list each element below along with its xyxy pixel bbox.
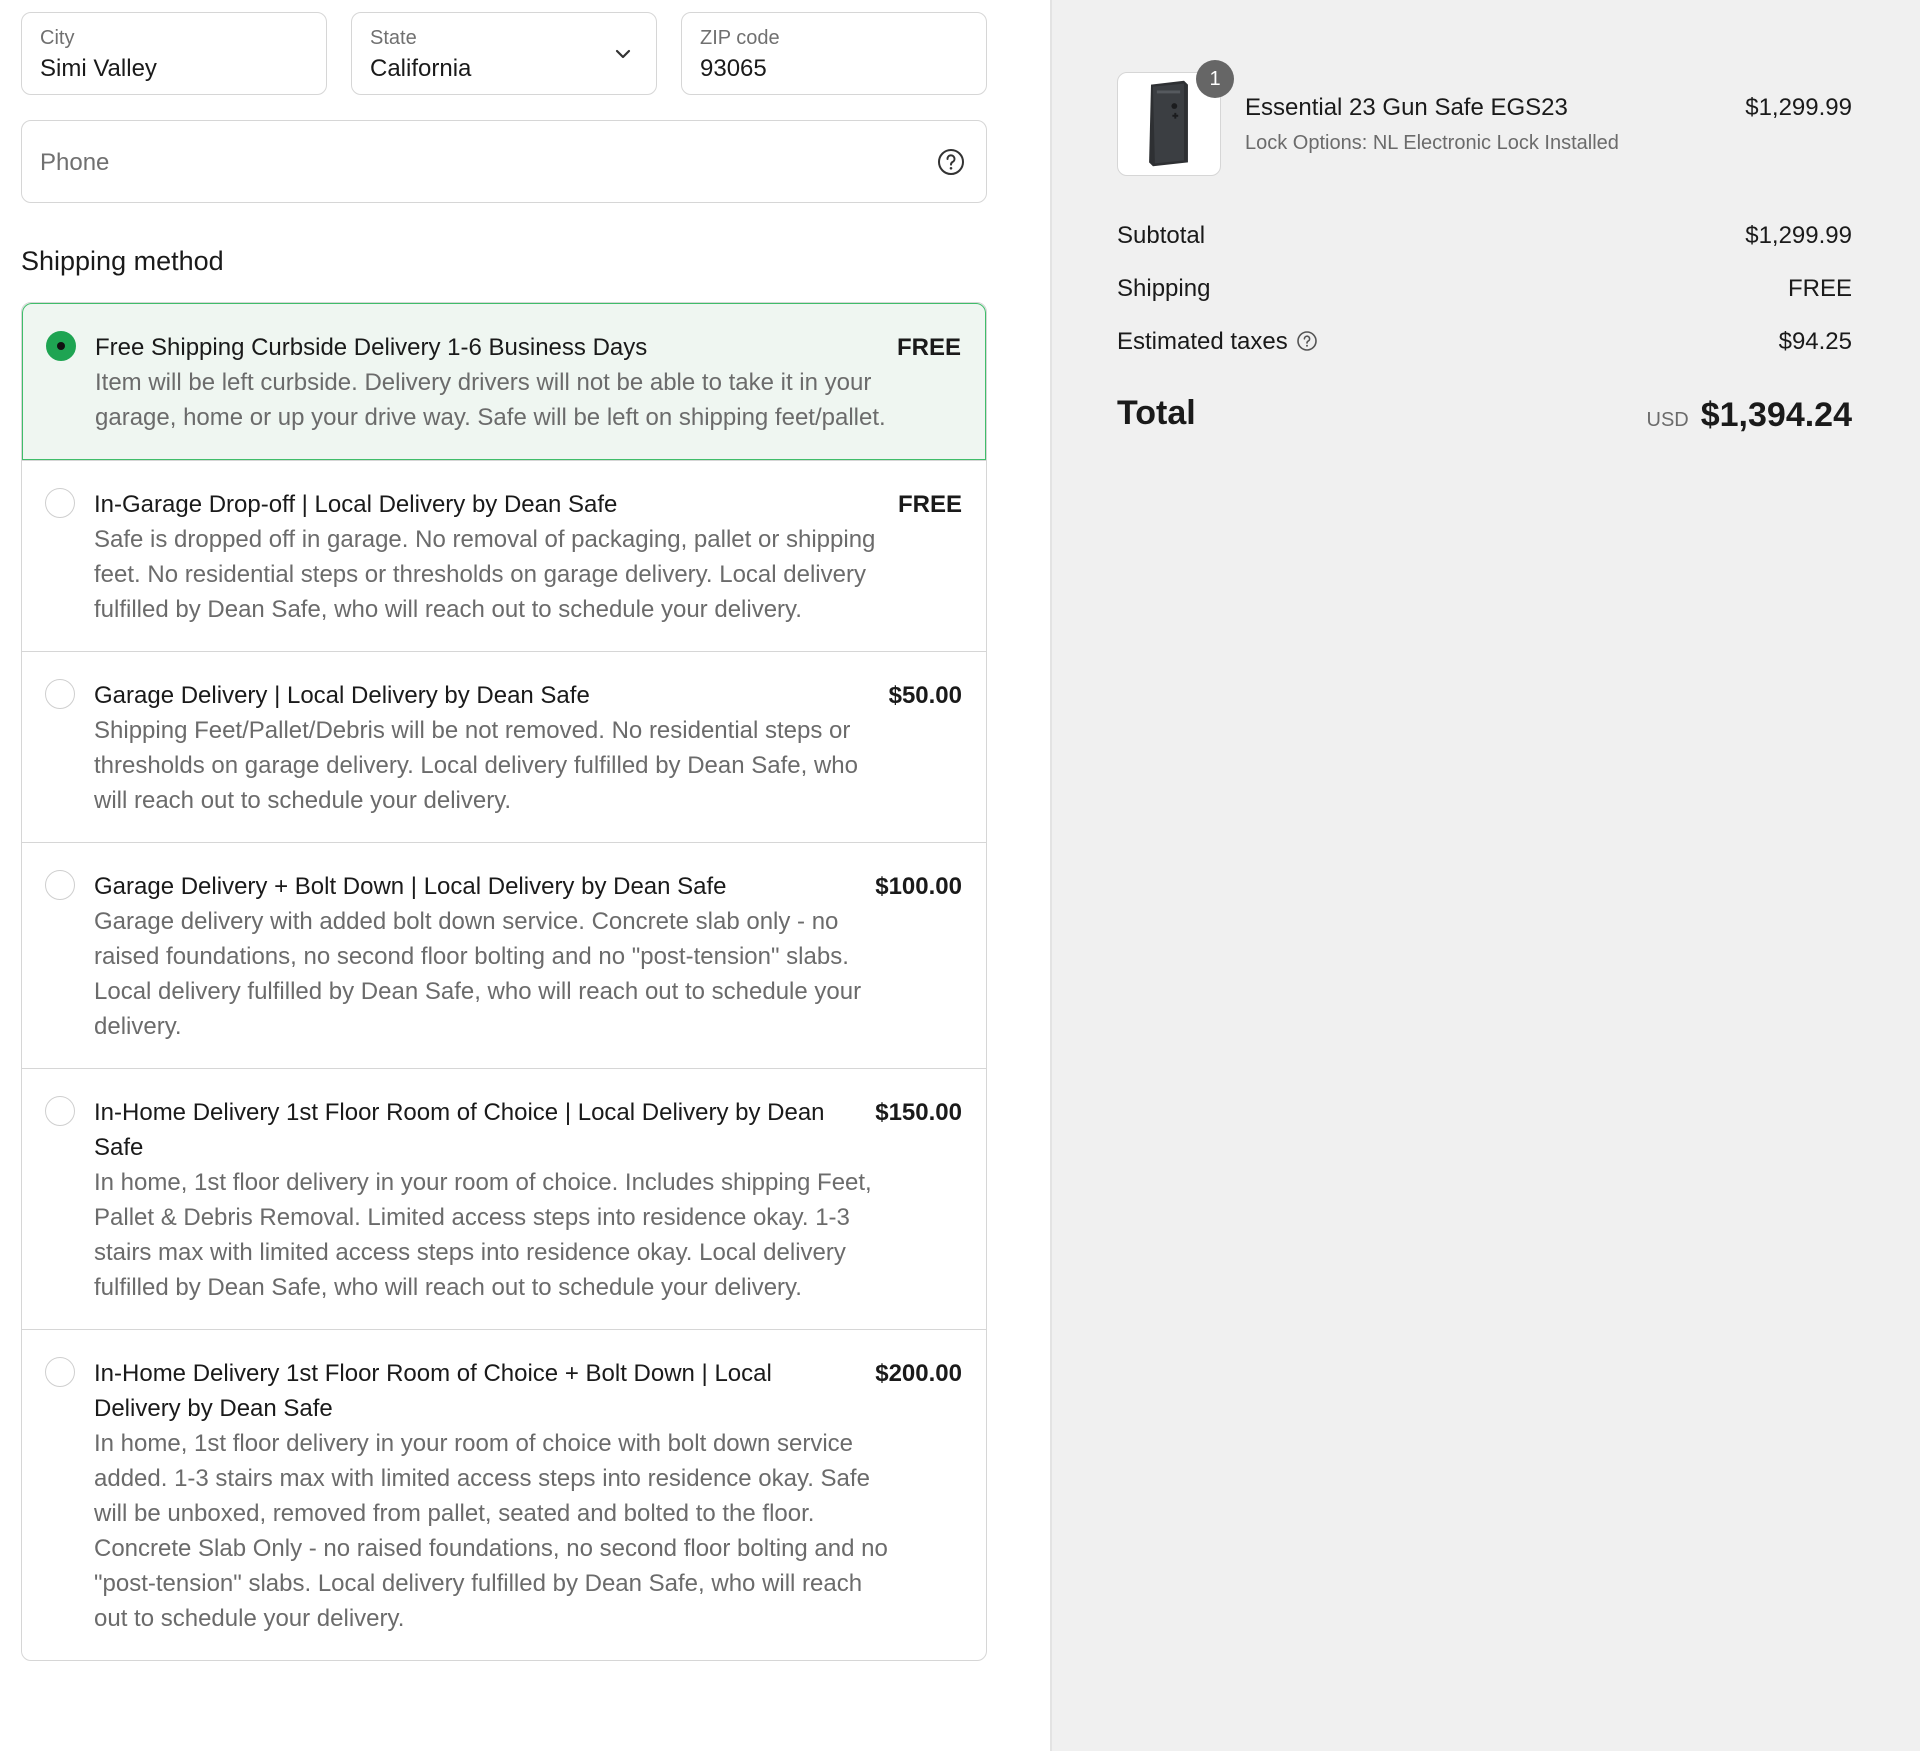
phone-field[interactable]: Phone <box>21 120 987 203</box>
subtotal-row: Subtotal $1,299.99 <box>1117 222 1852 250</box>
shipping-option[interactable]: In-Home Delivery 1st Floor Room of Choic… <box>22 1329 986 1660</box>
city-field[interactable]: City Simi Valley <box>21 12 327 95</box>
question-circle-icon[interactable] <box>936 147 966 177</box>
city-label: City <box>40 27 75 49</box>
option-description: In home, 1st floor delivery in your room… <box>94 1430 888 1632</box>
city-value[interactable]: Simi Valley <box>40 55 157 83</box>
radio-unselected[interactable] <box>45 870 75 900</box>
chevron-down-icon[interactable] <box>612 43 634 65</box>
total-label: Total <box>1117 394 1196 432</box>
shipping-option[interactable]: Garage Delivery | Local Delivery by Dean… <box>22 651 986 842</box>
product-variant: Lock Options: NL Electronic Lock Install… <box>1245 132 1619 154</box>
option-price: FREE <box>896 334 961 361</box>
shipping-option[interactable]: In-Garage Drop-off | Local Delivery by D… <box>22 460 986 651</box>
state-label: State <box>370 27 417 49</box>
option-title: In-Garage Drop-off | Local Delivery by D… <box>94 491 618 518</box>
shipping-value: FREE <box>1787 275 1852 302</box>
option-title: Free Shipping Curbside Delivery 1-6 Busi… <box>95 334 648 361</box>
product-price: $1,299.99 <box>1745 94 1852 121</box>
taxes-label-wrap: Estimated taxes <box>1117 328 1318 356</box>
state-value[interactable]: California <box>370 55 471 83</box>
subtotal-label: Subtotal <box>1117 222 1206 249</box>
taxes-row: Estimated taxes $94.25 <box>1117 328 1852 356</box>
radio-selected[interactable] <box>46 331 76 361</box>
option-title: Garage Delivery + Bolt Down | Local Deli… <box>94 873 727 900</box>
shipping-label: Shipping <box>1117 275 1211 302</box>
option-price: $150.00 <box>875 1099 962 1126</box>
option-price: $200.00 <box>875 1360 962 1387</box>
option-description: Item will be left curbside. Delivery dri… <box>95 369 886 431</box>
radio-unselected[interactable] <box>45 1096 75 1126</box>
shipping-row: Shipping FREE <box>1117 275 1852 303</box>
option-description: Garage delivery with added bolt down ser… <box>94 908 862 1040</box>
state-select[interactable]: State California <box>351 12 657 95</box>
total-amount: $1,394.24 <box>1700 396 1852 434</box>
option-description: In home, 1st floor delivery in your room… <box>94 1169 872 1301</box>
shipping-method-title: Shipping method <box>21 246 224 276</box>
option-price: $100.00 <box>875 873 962 900</box>
option-title: In-Home Delivery 1st Floor Room of Choic… <box>94 1099 825 1161</box>
total-value-wrap: USD $1,394.24 <box>1647 396 1853 435</box>
radio-unselected[interactable] <box>45 1357 75 1387</box>
zip-label: ZIP code <box>700 27 780 49</box>
quantity-badge: 1 <box>1196 60 1234 98</box>
product-name: Essential 23 Gun Safe EGS23 <box>1245 94 1568 121</box>
total-currency: USD <box>1646 409 1689 431</box>
taxes-value: $94.25 <box>1778 328 1852 355</box>
option-description: Safe is dropped off in garage. No remova… <box>94 526 876 623</box>
option-title: In-Home Delivery 1st Floor Room of Choic… <box>94 1360 772 1422</box>
zip-value[interactable]: 93065 <box>700 55 767 83</box>
order-summary: 1 Essential 23 Gun Safe EGS23 Lock Optio… <box>1050 0 1920 1751</box>
subtotal-value: $1,299.99 <box>1745 222 1852 249</box>
option-price: FREE <box>897 491 962 518</box>
shipping-options: Free Shipping Curbside Delivery 1-6 Busi… <box>21 302 987 1661</box>
option-description: Shipping Feet/Pallet/Debris will be not … <box>94 717 858 814</box>
shipping-option[interactable]: Garage Delivery + Bolt Down | Local Deli… <box>22 842 986 1068</box>
shipping-option[interactable]: In-Home Delivery 1st Floor Room of Choic… <box>22 1068 986 1329</box>
shipping-option[interactable]: Free Shipping Curbside Delivery 1-6 Busi… <box>22 303 986 460</box>
taxes-label: Estimated taxes <box>1117 328 1288 355</box>
checkout-form: City Simi Valley State California ZIP co… <box>0 0 1050 1751</box>
question-circle-icon[interactable] <box>1296 330 1318 352</box>
radio-unselected[interactable] <box>45 679 75 709</box>
radio-unselected[interactable] <box>45 488 75 518</box>
zip-field[interactable]: ZIP code 93065 <box>681 12 987 95</box>
option-title: Garage Delivery | Local Delivery by Dean… <box>94 682 590 709</box>
option-price: $50.00 <box>888 682 962 709</box>
phone-placeholder: Phone <box>40 149 110 176</box>
